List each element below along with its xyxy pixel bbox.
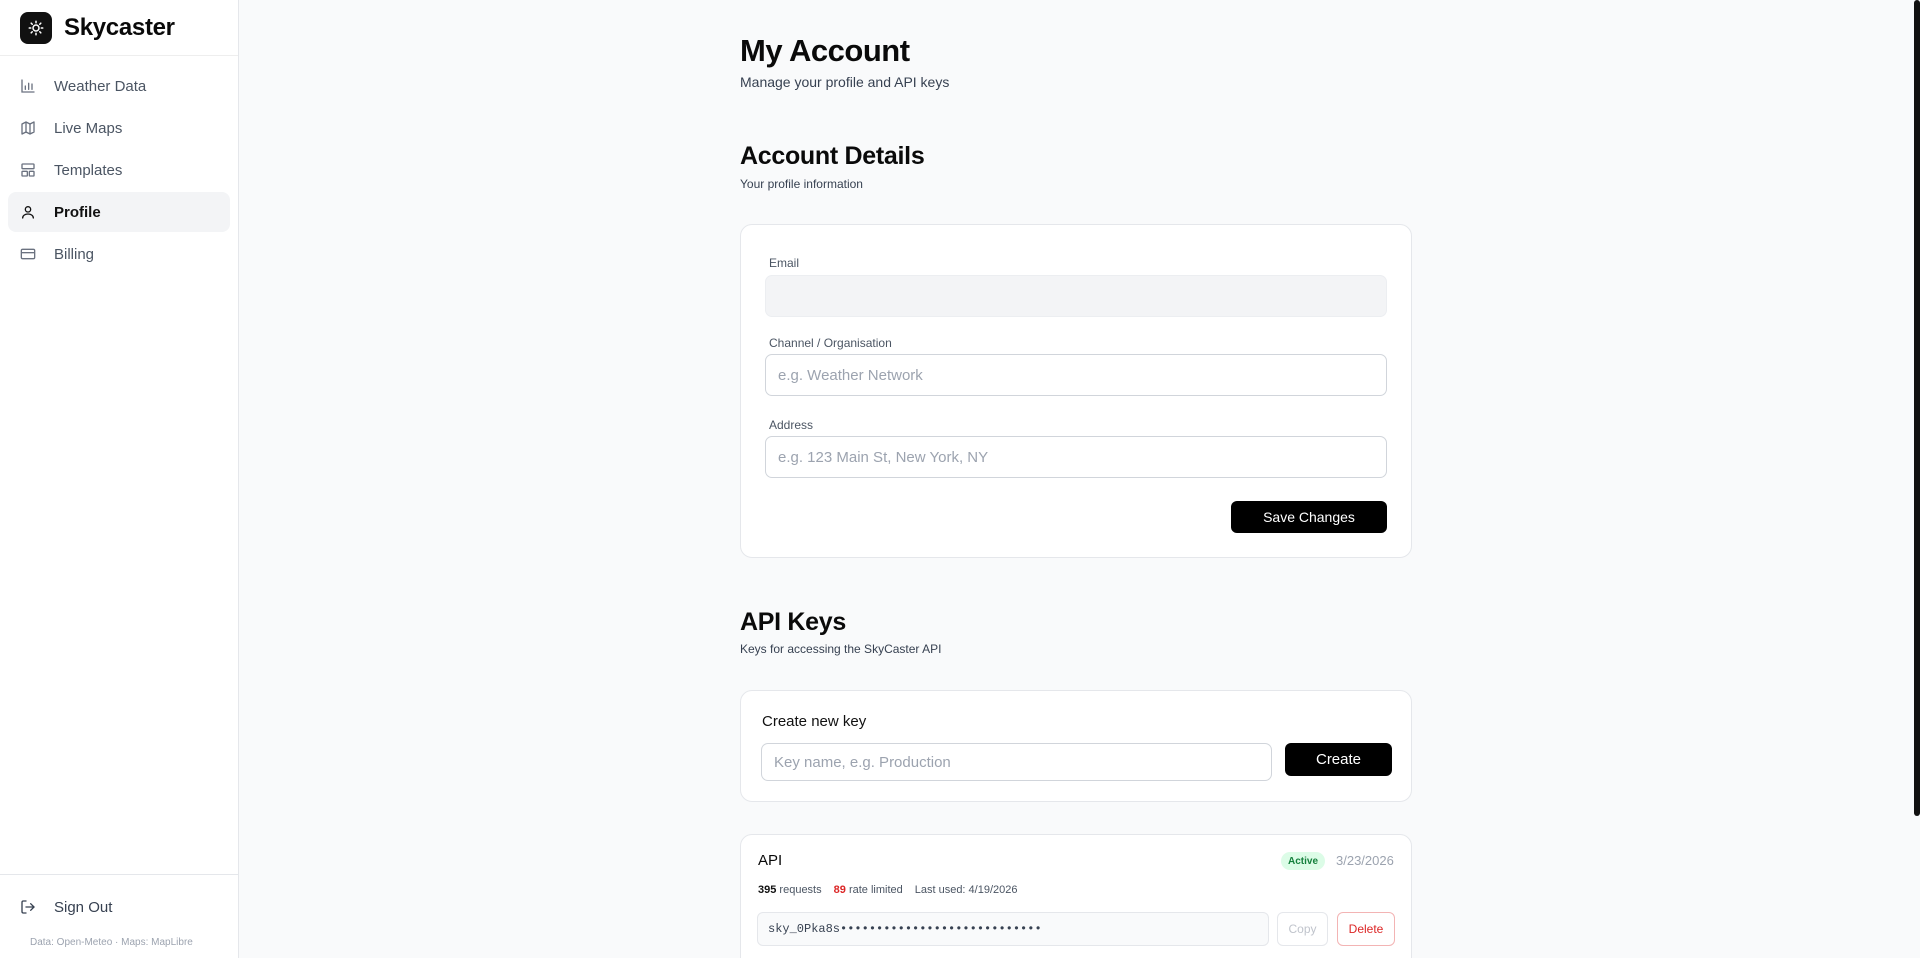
bar-chart-icon	[20, 78, 36, 94]
api-key-stats: 395 requests 89 rate limited Last used: …	[758, 884, 1017, 896]
sidebar-item-label: Templates	[54, 161, 123, 179]
sidebar-nav: Weather Data Live Maps Templates Profile…	[0, 56, 238, 274]
sign-out-button[interactable]: Sign Out	[8, 887, 230, 927]
log-out-icon	[20, 899, 36, 915]
credit-card-icon	[20, 246, 36, 262]
address-field[interactable]	[765, 436, 1387, 478]
api-key-name: API	[758, 852, 783, 869]
requests-count: 395	[758, 884, 777, 896]
sidebar-item-label: Billing	[54, 245, 95, 263]
logo-icon	[20, 11, 52, 44]
organisation-field[interactable]	[765, 354, 1387, 396]
api-key-value[interactable]: sky_0Pka8s••••••••••••••••••••••••••••	[757, 912, 1269, 946]
page-subtitle: Manage your profile and API keys	[740, 74, 950, 90]
app-name: Skycaster	[64, 13, 175, 41]
rate-limited-count: 89	[833, 884, 846, 896]
api-keys-title: API Keys	[740, 608, 846, 636]
brand[interactable]: Skycaster	[0, 0, 238, 56]
data-attribution: Data: Open-Meteo · Maps: MapLibre	[30, 937, 193, 948]
create-key-button[interactable]: Create	[1285, 743, 1392, 776]
account-details-title: Account Details	[740, 142, 925, 170]
create-key-card: Create new key Create	[740, 690, 1412, 802]
api-key-card: API Active 3/23/2026 395 requests 89 rat…	[740, 834, 1412, 958]
sidebar-item-label: Profile	[54, 203, 101, 221]
layout-icon	[20, 162, 36, 178]
requests-label: requests	[779, 884, 822, 896]
sign-out-label: Sign Out	[54, 898, 113, 916]
last-used: Last used: 4/19/2026	[914, 884, 1018, 896]
account-details-subtitle: Your profile information	[740, 177, 863, 191]
map-icon	[20, 120, 36, 136]
sidebar-item-profile[interactable]: Profile	[8, 192, 230, 232]
sidebar-item-billing[interactable]: Billing	[8, 234, 230, 274]
delete-key-button[interactable]: Delete	[1337, 912, 1395, 946]
scrollbar-track[interactable]	[1912, 0, 1920, 958]
sidebar-item-weather-data[interactable]: Weather Data	[8, 66, 230, 106]
email-field[interactable]	[765, 275, 1387, 317]
save-changes-button[interactable]: Save Changes	[1231, 501, 1387, 533]
sidebar: Skycaster Weather Data Live Maps Templat…	[0, 0, 239, 958]
organisation-label: Channel / Organisation	[769, 336, 892, 350]
sidebar-item-label: Weather Data	[54, 77, 147, 95]
api-key-created-date: 3/23/2026	[1336, 853, 1394, 868]
page-title: My Account	[740, 33, 910, 68]
sidebar-item-live-maps[interactable]: Live Maps	[8, 108, 230, 148]
address-label: Address	[769, 418, 814, 432]
copy-key-button[interactable]: Copy	[1277, 912, 1328, 946]
status-badge: Active	[1281, 852, 1326, 870]
sidebar-item-label: Live Maps	[54, 119, 123, 137]
rate-limited-label: rate limited	[848, 884, 903, 896]
sidebar-footer: Sign Out Data: Open-Meteo · Maps: MapLib…	[0, 874, 238, 958]
scrollbar-thumb[interactable]	[1914, 0, 1920, 816]
create-key-title: Create new key	[762, 713, 867, 730]
sidebar-item-templates[interactable]: Templates	[8, 150, 230, 190]
rate-limited-stat: 89 rate limited	[834, 884, 903, 896]
email-label: Email	[769, 256, 800, 270]
user-icon	[20, 204, 36, 220]
key-name-input[interactable]	[761, 743, 1272, 781]
account-details-card: Email Channel / Organisation Address Sav…	[740, 224, 1412, 558]
api-keys-subtitle: Keys for accessing the SkyCaster API	[740, 642, 942, 656]
requests-stat: 395 requests	[758, 884, 822, 896]
